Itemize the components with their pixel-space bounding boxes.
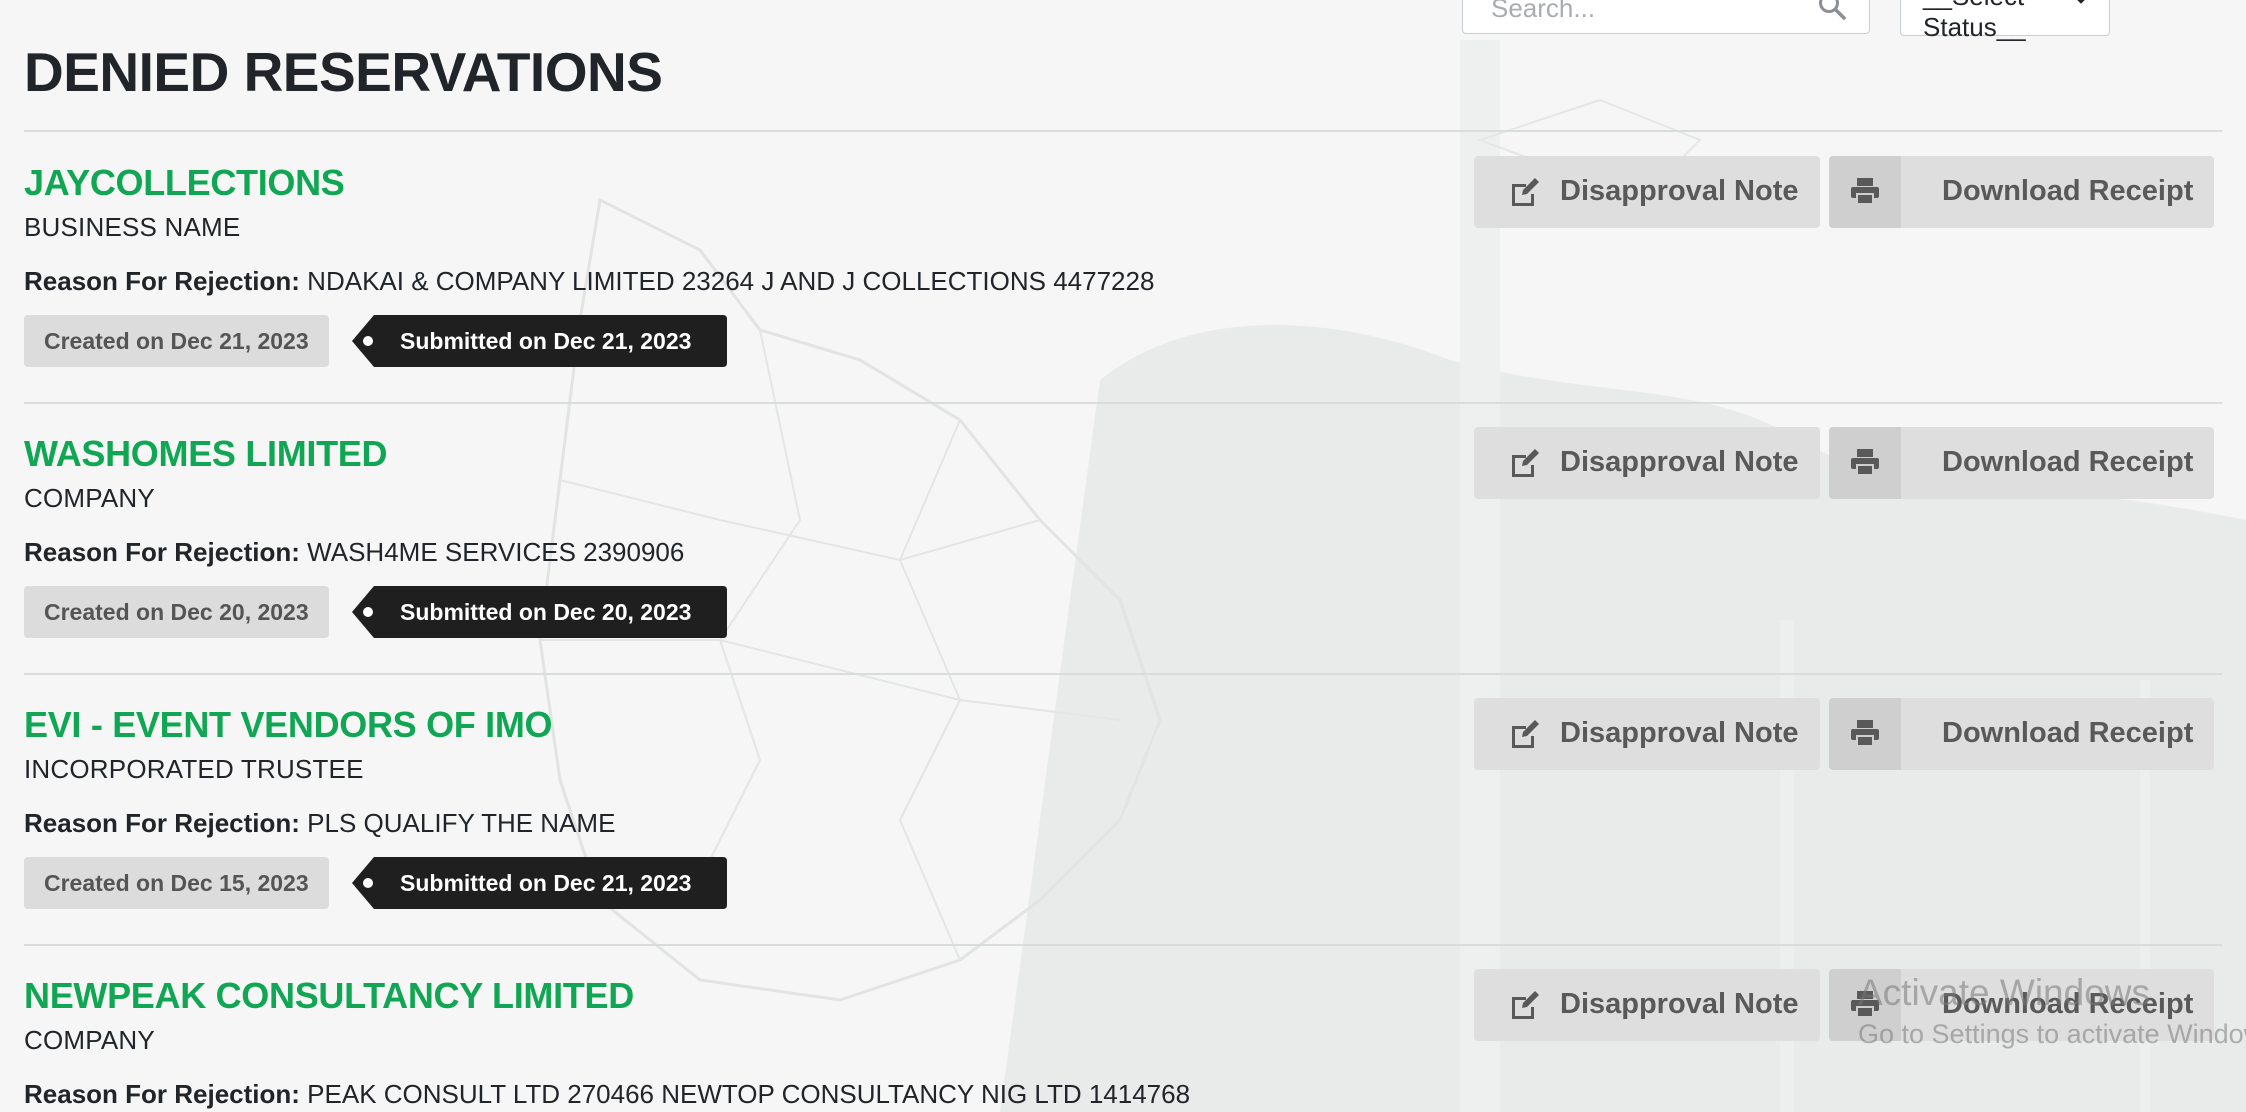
page-title: DENIED RESERVATIONS bbox=[24, 41, 663, 103]
download-receipt-button[interactable]: Download Receipt bbox=[1829, 969, 2214, 1041]
search-box bbox=[1462, 0, 1870, 34]
rejection-reason: Reason For Rejection: WASH4ME SERVICES 2… bbox=[24, 537, 684, 568]
disapproval-note-button[interactable]: Disapproval Note bbox=[1474, 427, 1820, 499]
status-select[interactable]: __Select Status__ bbox=[1900, 0, 2110, 42]
download-receipt-button[interactable]: Download Receipt bbox=[1829, 427, 2214, 499]
created-date-badge: Created on Dec 20, 2023 bbox=[24, 586, 329, 638]
rejection-reason-text: NDAKAI & COMPANY LIMITED 23264 J AND J C… bbox=[307, 266, 1155, 296]
reservation-type: BUSINESS NAME bbox=[24, 212, 241, 242]
reservation-name[interactable]: JAYCOLLECTIONS bbox=[24, 162, 345, 204]
download-receipt-label: Download Receipt bbox=[1942, 446, 2194, 478]
reservation-type: COMPANY bbox=[24, 483, 155, 513]
disapproval-note-label: Disapproval Note bbox=[1560, 988, 1799, 1020]
reservation-name[interactable]: NEWPEAK CONSULTANCY LIMITED bbox=[24, 975, 634, 1017]
submitted-date-badge: Submitted on Dec 21, 2023 bbox=[352, 315, 727, 367]
rejection-reason: Reason For Rejection: PEAK CONSULT LTD 2… bbox=[24, 1079, 1190, 1110]
download-receipt-label: Download Receipt bbox=[1942, 175, 2194, 207]
disapproval-note-button[interactable]: Disapproval Note bbox=[1474, 969, 1820, 1041]
disapproval-note-label: Disapproval Note bbox=[1560, 175, 1799, 207]
download-receipt-button[interactable]: Download Receipt bbox=[1829, 156, 2214, 228]
reservation-card: EVI - EVENT VENDORS OF IMO INCORPORATED … bbox=[0, 674, 2246, 944]
edit-icon bbox=[1512, 449, 1539, 477]
reservation-card: NEWPEAK CONSULTANCY LIMITED COMPANY Reas… bbox=[0, 945, 2246, 1112]
denied-reservations-page: __Select Status__ DENIED RESERVATIONS JA… bbox=[0, 0, 2246, 1112]
disapproval-note-button[interactable]: Disapproval Note bbox=[1474, 698, 1820, 770]
print-icon bbox=[1851, 449, 1879, 476]
reservation-card: WASHOMES LIMITED COMPANY Reason For Reje… bbox=[0, 403, 2246, 673]
edit-icon bbox=[1512, 720, 1539, 748]
submitted-date-text: Submitted on Dec 20, 2023 bbox=[400, 599, 692, 625]
rejection-reason-label: Reason For Rejection: bbox=[24, 1079, 300, 1109]
search-input[interactable] bbox=[1489, 0, 1813, 27]
edit-icon bbox=[1512, 991, 1539, 1019]
reservation-type: INCORPORATED TRUSTEE bbox=[24, 754, 364, 784]
disapproval-note-label: Disapproval Note bbox=[1560, 717, 1799, 749]
created-date-badge: Created on Dec 15, 2023 bbox=[24, 857, 329, 909]
rejection-reason-label: Reason For Rejection: bbox=[24, 537, 300, 567]
search-icon[interactable] bbox=[1817, 0, 1847, 21]
rejection-reason-text: PLS QUALIFY THE NAME bbox=[307, 808, 616, 838]
icon-slot bbox=[1829, 969, 1901, 1041]
icon-slot bbox=[1829, 156, 1901, 228]
download-receipt-button[interactable]: Download Receipt bbox=[1829, 698, 2214, 770]
rejection-reason-text: WASH4ME SERVICES 2390906 bbox=[307, 537, 685, 567]
icon-slot bbox=[1829, 427, 1901, 499]
rejection-reason-label: Reason For Rejection: bbox=[24, 808, 300, 838]
rejection-reason-label: Reason For Rejection: bbox=[24, 266, 300, 296]
rejection-reason: Reason For Rejection: PLS QUALIFY THE NA… bbox=[24, 808, 615, 839]
disapproval-note-label: Disapproval Note bbox=[1560, 446, 1799, 478]
print-icon bbox=[1851, 991, 1879, 1018]
download-receipt-label: Download Receipt bbox=[1942, 988, 2194, 1020]
submitted-date-badge: Submitted on Dec 20, 2023 bbox=[352, 586, 727, 638]
chevron-down-icon bbox=[2077, 0, 2085, 4]
submitted-date-text: Submitted on Dec 21, 2023 bbox=[400, 328, 692, 354]
rejection-reason-text: PEAK CONSULT LTD 270466 NEWTOP CONSULTAN… bbox=[307, 1079, 1191, 1109]
print-icon bbox=[1851, 178, 1879, 205]
rejection-reason: Reason For Rejection: NDAKAI & COMPANY L… bbox=[24, 266, 1154, 297]
edit-icon bbox=[1512, 178, 1539, 206]
submitted-date-text: Submitted on Dec 21, 2023 bbox=[400, 870, 692, 896]
icon-slot bbox=[1829, 698, 1901, 770]
disapproval-note-button[interactable]: Disapproval Note bbox=[1474, 156, 1820, 228]
submitted-date-badge: Submitted on Dec 21, 2023 bbox=[352, 857, 727, 909]
reservation-name[interactable]: WASHOMES LIMITED bbox=[24, 433, 388, 475]
download-receipt-label: Download Receipt bbox=[1942, 717, 2194, 749]
reservation-card: JAYCOLLECTIONS BUSINESS NAME Reason For … bbox=[0, 132, 2246, 402]
created-date-badge: Created on Dec 21, 2023 bbox=[24, 315, 329, 367]
print-icon bbox=[1851, 720, 1879, 747]
reservation-type: COMPANY bbox=[24, 1025, 155, 1055]
reservation-name[interactable]: EVI - EVENT VENDORS OF IMO bbox=[24, 704, 553, 746]
